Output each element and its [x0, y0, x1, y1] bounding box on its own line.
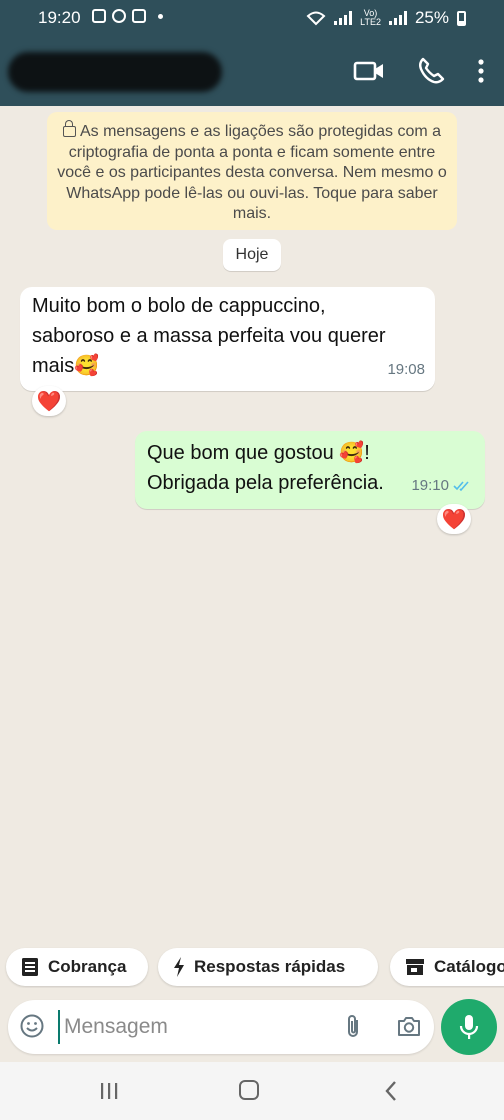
outgoing-message-meta: 19:10 [411, 471, 473, 501]
chip-respostas-rapidas[interactable]: Respostas rápidas [158, 948, 378, 986]
system-icons: Vo) LTE2 25% [306, 8, 466, 28]
mic-button[interactable] [441, 999, 497, 1055]
facebook-icon [112, 9, 126, 23]
signal-icon-2 [388, 11, 407, 25]
status-bar: 19:20 Vo) LTE2 25% [0, 0, 504, 36]
incoming-message-text: Muito bom o bolo de cappuccino, saboroso… [32, 295, 386, 377]
battery-percent: 25% [414, 8, 449, 27]
wifi-icon [306, 11, 326, 26]
notification-icons [92, 9, 163, 23]
invoice-icon [22, 958, 38, 976]
incoming-message-time: 19:08 [387, 361, 425, 378]
chip-cobranca[interactable]: Cobrança [6, 948, 148, 986]
mic-icon [459, 1015, 479, 1039]
message-input[interactable] [58, 1010, 334, 1044]
heart-reaction-icon-2[interactable]: ❤️ [437, 504, 471, 534]
attach-icon[interactable] [342, 1014, 366, 1040]
emoji-icon[interactable] [20, 1014, 44, 1038]
video-call-icon[interactable] [352, 56, 386, 86]
chip-cobranca-label: Cobrança [48, 957, 127, 976]
incoming-message[interactable]: Muito bom o bolo de cappuccino, saboroso… [20, 287, 435, 391]
battery-icon [457, 10, 466, 26]
recents-icon[interactable] [98, 1081, 120, 1101]
message-composer [8, 1000, 434, 1054]
lightning-icon [174, 957, 184, 977]
back-icon[interactable] [383, 1080, 399, 1102]
chip-respostas-rapidas-label: Respostas rápidas [194, 957, 346, 976]
date-chip: Hoje [223, 239, 281, 271]
chip-catalogo-label: Catálogo [434, 957, 504, 976]
chat-area[interactable]: As mensagens e as ligações são protegida… [0, 106, 504, 946]
more-notifications-dot [158, 13, 163, 19]
menu-icon[interactable] [476, 56, 486, 86]
system-nav-bar [0, 1062, 504, 1120]
home-icon[interactable] [239, 1080, 259, 1100]
volte-label: Vo) LTE2 [360, 8, 381, 27]
camera-icon[interactable] [396, 1014, 422, 1038]
chat-header [0, 36, 504, 106]
gallery-icon [92, 9, 106, 23]
status-time: 19:20 [38, 8, 81, 27]
phone-icon[interactable] [416, 56, 446, 86]
read-receipt-icon [453, 481, 469, 492]
outgoing-message-line-1: Que bom que gostou 🥰! [147, 442, 370, 464]
encryption-notice[interactable]: As mensagens e as ligações são protegida… [47, 112, 457, 230]
contact-name-redacted[interactable] [8, 52, 222, 92]
outgoing-message[interactable]: Que bom que gostou 🥰! Obrigada pela pref… [135, 431, 485, 509]
quick-action-chips: Cobrança Respostas rápidas Catálogo [0, 946, 504, 988]
store-icon [406, 959, 424, 975]
outgoing-message-time: 19:10 [411, 477, 449, 494]
heart-reaction-icon[interactable]: ❤️ [32, 386, 66, 416]
header-actions [352, 56, 486, 86]
lock-icon [62, 120, 76, 137]
signal-icon [334, 11, 353, 25]
chip-catalogo[interactable]: Catálogo [390, 948, 504, 986]
encryption-notice-text: As mensagens e as ligações são protegida… [57, 123, 447, 222]
instagram-icon [132, 9, 146, 23]
